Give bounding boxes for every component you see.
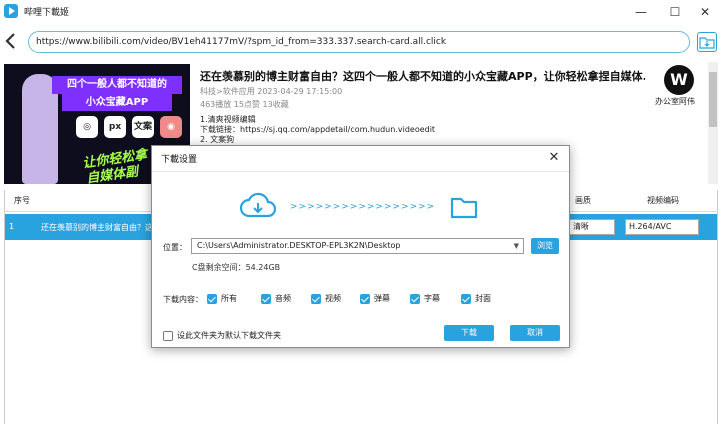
minimize-button[interactable]: — bbox=[626, 2, 656, 22]
download-folder-icon[interactable] bbox=[697, 32, 717, 52]
uploader-name[interactable]: 办公室阿伟 bbox=[655, 96, 695, 107]
download-content-label: 下载内容： bbox=[163, 295, 203, 304]
video-description: 1.清爽视频编辑 下载链接：https://sj.qq.com/appdetai… bbox=[200, 115, 700, 145]
close-icon[interactable]: ✕ bbox=[544, 148, 564, 168]
description-line: 2. 文案狗 bbox=[200, 135, 235, 144]
download-button[interactable]: 下载 bbox=[444, 325, 494, 341]
dialog-divider bbox=[152, 171, 569, 172]
thumbnail-app-icons: ◎ px 文案 ◉ bbox=[76, 116, 186, 138]
thumbnail-text-line1: 四个一般人都不知道的 bbox=[52, 76, 182, 94]
app-title: 哔哩下載姬 bbox=[24, 8, 70, 18]
checkbox-checked-icon[interactable] bbox=[261, 293, 271, 304]
thumbnail-app-icon: ◎ bbox=[76, 116, 98, 138]
thumbnail-app-icon: ◉ bbox=[160, 116, 182, 138]
checkbox-checked-icon[interactable] bbox=[461, 293, 471, 304]
video-title: 还在羡慕别的博主财富自由？这四个一般人都不知道的小众宝藏APP，让你轻松拿捏自媒… bbox=[200, 70, 645, 83]
app-icon bbox=[4, 4, 18, 18]
header-index: 序号 bbox=[14, 196, 30, 205]
option-video[interactable]: 视频 bbox=[311, 293, 341, 305]
url-bar-row: https://www.bilibili.com/video/BV1eh4117… bbox=[0, 24, 720, 60]
row-index: 1 bbox=[9, 222, 15, 231]
dialog-title: 下載设置 bbox=[161, 155, 198, 165]
description-line: 1.清爽视频编辑 bbox=[200, 115, 256, 124]
browse-button[interactable]: 浏览 bbox=[531, 238, 559, 254]
quality-select[interactable]: 清晰 bbox=[569, 219, 615, 235]
description-scrollbar[interactable] bbox=[708, 62, 718, 184]
thumbnail-app-icon: px bbox=[104, 116, 126, 138]
cancel-button[interactable]: 取消 bbox=[510, 325, 560, 341]
option-cover[interactable]: 封面 bbox=[461, 293, 491, 305]
save-path-select[interactable]: C:\Users\Administrator.DESKTOP-EPL3K2N\D… bbox=[191, 238, 524, 254]
header-quality: 画质 bbox=[575, 196, 591, 205]
checkbox-checked-icon[interactable] bbox=[207, 293, 217, 304]
close-window-button[interactable]: ✕ bbox=[690, 2, 720, 22]
checkbox-checked-icon[interactable] bbox=[410, 293, 420, 304]
header-codec: 视频编码 bbox=[647, 196, 679, 205]
thumbnail-text-line2: 小众宝藏APP bbox=[62, 94, 172, 111]
default-folder-option[interactable]: 设此文件夹为默认下载文件夹 bbox=[163, 330, 281, 342]
location-label: 位置： bbox=[163, 243, 187, 252]
download-settings-dialog: 下載设置 ✕ >>>>>>>>>>>>>>>>> 位置： C:\Users\Ad… bbox=[151, 145, 570, 348]
chevron-down-icon[interactable]: ▼ bbox=[514, 239, 519, 253]
free-space-text: C盘剩余空间：54.24GB bbox=[192, 263, 281, 272]
option-audio[interactable]: 音频 bbox=[261, 293, 291, 305]
cloud-download-icon bbox=[239, 192, 277, 223]
description-line: 下载链接：https://sj.qq.com/appdetail/com.hud… bbox=[200, 125, 436, 134]
uploader-avatar[interactable]: W bbox=[664, 65, 694, 95]
progress-arrows: >>>>>>>>>>>>>>>>> bbox=[290, 202, 436, 212]
option-subtitle[interactable]: 字幕 bbox=[410, 293, 440, 305]
checkbox-checked-icon[interactable] bbox=[360, 293, 370, 304]
title-bar: 哔哩下載姬 — ☐ ✕ bbox=[0, 0, 720, 24]
checkbox-checked-icon[interactable] bbox=[311, 293, 321, 304]
maximize-button[interactable]: ☐ bbox=[660, 2, 690, 22]
video-category-date: 科技>软件应用 2023-04-29 17:15:00 bbox=[200, 87, 343, 96]
thumbnail-app-icon: 文案 bbox=[132, 116, 154, 138]
option-danmaku[interactable]: 弹幕 bbox=[360, 293, 390, 305]
save-path-value: C:\Users\Administrator.DESKTOP-EPL3K2N\D… bbox=[197, 241, 401, 250]
scrollbar-thumb[interactable] bbox=[709, 72, 717, 127]
option-all[interactable]: 所有 bbox=[207, 293, 237, 305]
folder-icon bbox=[450, 195, 478, 222]
checkbox-unchecked-icon[interactable] bbox=[163, 330, 173, 341]
codec-select[interactable]: H.264/AVC bbox=[625, 219, 699, 235]
url-input[interactable]: https://www.bilibili.com/video/BV1eh4117… bbox=[28, 31, 690, 53]
row-title: 还在羡慕别的博主财富自由？这 bbox=[41, 223, 153, 232]
video-stats: 463播放 15点赞 13收藏 bbox=[200, 100, 289, 109]
back-arrow-icon[interactable] bbox=[4, 32, 20, 52]
